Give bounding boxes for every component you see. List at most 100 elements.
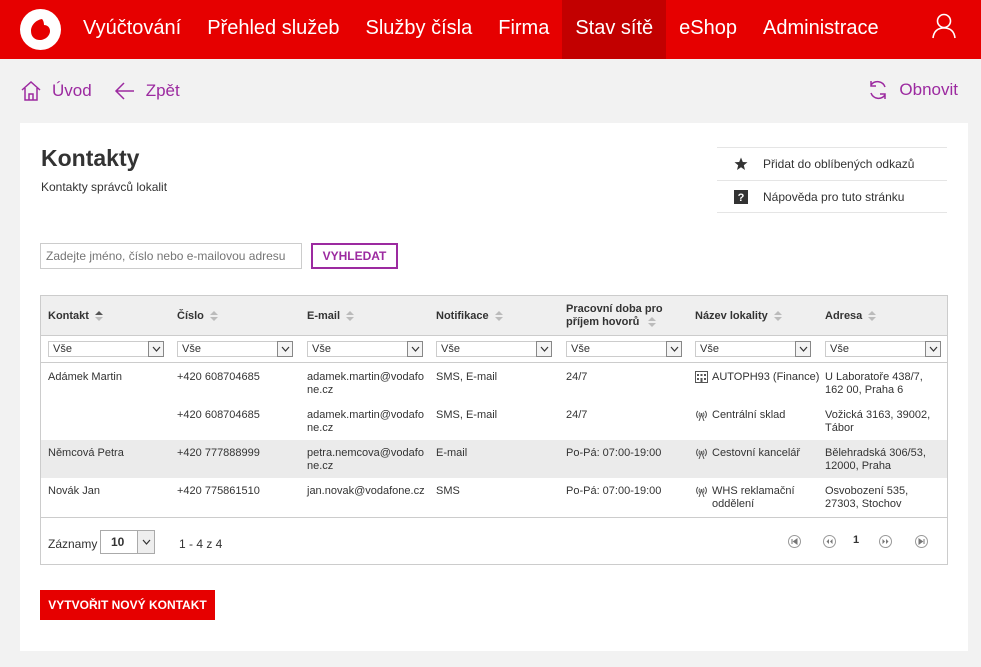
cell-location-name: Cestovní kancelář: [695, 447, 821, 460]
filter-number[interactable]: Vše: [177, 341, 293, 357]
antenna-icon: [696, 448, 707, 459]
svg-text:?: ?: [738, 192, 745, 204]
cell-email: adamek.martin@vodafone.cz: [307, 409, 424, 434]
page-subtitle: Kontakty správců lokalit: [41, 180, 168, 194]
chevron-down-icon: [137, 531, 154, 553]
last-page-icon[interactable]: [915, 535, 928, 548]
top-navigation-bar: Vyúčtování Přehled služeb Služby čísla F…: [0, 0, 981, 59]
table-pager: Záznamy 10 1 - 4 z 4 1: [41, 517, 947, 564]
column-header-address[interactable]: Adresa: [825, 296, 945, 336]
cell-notifications: SMS, E-mail: [436, 409, 498, 421]
record-count: 1 - 4 z 4: [179, 537, 223, 551]
back-link[interactable]: Zpět: [114, 80, 180, 102]
cell-location-name: AUTOPH93 (Finance): [695, 371, 821, 384]
cell-number: +420 608704685: [177, 371, 260, 383]
table-row[interactable]: Němcová Petra +420 777888999 petra.nemco…: [41, 440, 947, 478]
column-header-number[interactable]: Číslo: [177, 296, 297, 336]
vodafone-logo[interactable]: [20, 9, 61, 50]
home-link[interactable]: Úvod: [20, 80, 92, 102]
column-header-contact[interactable]: Kontakt: [48, 296, 168, 336]
page-size-select[interactable]: 10: [100, 530, 155, 554]
cell-address: Bělehradská 306/53, 12000, Praha: [825, 447, 926, 472]
sort-icon: [868, 311, 877, 321]
star-icon: [734, 157, 748, 171]
table-row[interactable]: Novák Jan +420 775861510 jan.novak@vodaf…: [41, 478, 947, 516]
table-row[interactable]: Adámek Martin +420 608704685 adamek.mart…: [41, 364, 947, 402]
cell-working-hours: Po-Pá: 07:00-19:00: [566, 485, 662, 497]
cell-location-name: Centrální sklad: [695, 409, 821, 422]
filter-contact[interactable]: Vše: [48, 341, 164, 357]
cell-notifications: SMS: [436, 485, 460, 497]
page-size-label: Záznamy: [48, 537, 98, 551]
column-header-notifications[interactable]: Notifikace: [436, 296, 556, 336]
first-page-icon[interactable]: [788, 535, 801, 548]
nav-item-eshop[interactable]: eShop: [666, 0, 750, 59]
add-to-favorites-label: Přidat do oblíbených odkazů: [763, 157, 915, 171]
filter-working-hours[interactable]: Vše: [566, 341, 682, 357]
sort-icon: [209, 311, 218, 321]
filter-row: Vše Vše Vše Vše Vše Vše Vše: [41, 336, 947, 363]
nav-item-company[interactable]: Firma: [485, 0, 562, 59]
cell-contact: Adámek Martin: [48, 371, 122, 383]
contacts-table: Kontakt Číslo E-mail Notifikace Pracovní…: [40, 295, 948, 565]
main-menu: Vyúčtování Přehled služeb Služby čísla F…: [70, 0, 892, 59]
table-header: Kontakt Číslo E-mail Notifikace Pracovní…: [41, 296, 947, 336]
previous-page-icon[interactable]: [823, 535, 836, 548]
cell-number: +420 608704685: [177, 409, 260, 421]
cell-working-hours: 24/7: [566, 371, 588, 383]
page-actions: Přidat do oblíbených odkazů ? Nápověda p…: [717, 147, 947, 213]
home-icon: [21, 80, 41, 101]
nav-item-network-status[interactable]: Stav sítě: [562, 0, 667, 59]
cell-contact: Novák Jan: [48, 485, 100, 497]
cell-address: Osvobození 535, 27303, Stochov: [825, 485, 909, 510]
nav-item-administration[interactable]: Administrace: [750, 0, 892, 59]
search-button[interactable]: VYHLEDAT: [311, 243, 398, 269]
chevron-down-icon: [536, 341, 552, 357]
add-to-favorites-link[interactable]: Přidat do oblíbených odkazů: [717, 147, 947, 180]
nav-item-services-overview[interactable]: Přehled služeb: [194, 0, 352, 59]
cell-notifications: E-mail: [436, 447, 468, 459]
nav-item-number-services[interactable]: Služby čísla: [353, 0, 486, 59]
column-header-email[interactable]: E-mail: [307, 296, 427, 336]
cell-working-hours: 24/7: [566, 409, 588, 421]
cell-number: +420 777888999: [177, 447, 260, 459]
page-title: Kontakty: [41, 145, 140, 171]
user-icon[interactable]: [932, 13, 956, 39]
column-header-working-hours[interactable]: Pracovní doba pro příjem hovorů: [566, 296, 678, 336]
antenna-icon: [696, 486, 707, 497]
cell-email: jan.novak@vodafone.cz: [307, 485, 425, 497]
cell-contact: Němcová Petra: [48, 447, 124, 459]
column-header-location-name[interactable]: Název lokality: [695, 296, 815, 336]
cell-email: petra.nemcova@vodafone.cz: [307, 447, 424, 472]
filter-location-name[interactable]: Vše: [695, 341, 811, 357]
sort-icon: [494, 311, 503, 321]
filter-address[interactable]: Vše: [825, 341, 941, 357]
current-page-number[interactable]: 1: [853, 534, 859, 546]
search-input[interactable]: [40, 243, 302, 269]
chevron-down-icon: [666, 341, 682, 357]
cell-email: adamek.martin@vodafone.cz: [307, 371, 424, 396]
refresh-button[interactable]: Obnovit: [867, 79, 958, 101]
chevron-down-icon: [277, 341, 293, 357]
cell-working-hours: Po-Pá: 07:00-19:00: [566, 447, 662, 459]
page-help-link[interactable]: ? Nápověda pro tuto stránku: [717, 180, 947, 213]
building-icon: [695, 371, 708, 383]
sort-icon: [346, 311, 355, 321]
back-link-label: Zpět: [145, 81, 180, 100]
filter-notifications[interactable]: Vše: [436, 341, 552, 357]
filter-email[interactable]: Vše: [307, 341, 423, 357]
sort-icon: [773, 311, 782, 321]
cell-notifications: SMS, E-mail: [436, 371, 498, 383]
arrow-left-icon: [114, 82, 134, 100]
create-contact-button[interactable]: VYTVOŘIT NOVÝ KONTAKT: [40, 590, 215, 620]
nav-item-billing[interactable]: Vyúčtování: [70, 0, 194, 59]
page-help-label: Nápověda pro tuto stránku: [763, 189, 905, 204]
sort-asc-icon: [94, 311, 103, 321]
cell-address: Vožická 3163, 39002, Tábor: [825, 409, 931, 434]
breadcrumb: Úvod Zpět: [20, 79, 202, 103]
table-row[interactable]: +420 608704685 adamek.martin@vodafone.cz…: [41, 402, 947, 440]
chevron-down-icon: [148, 341, 164, 357]
antenna-icon: [696, 410, 707, 421]
contacts-panel: Kontakty Kontakty správců lokalit Přidat…: [20, 123, 968, 651]
next-page-icon[interactable]: [879, 535, 892, 548]
